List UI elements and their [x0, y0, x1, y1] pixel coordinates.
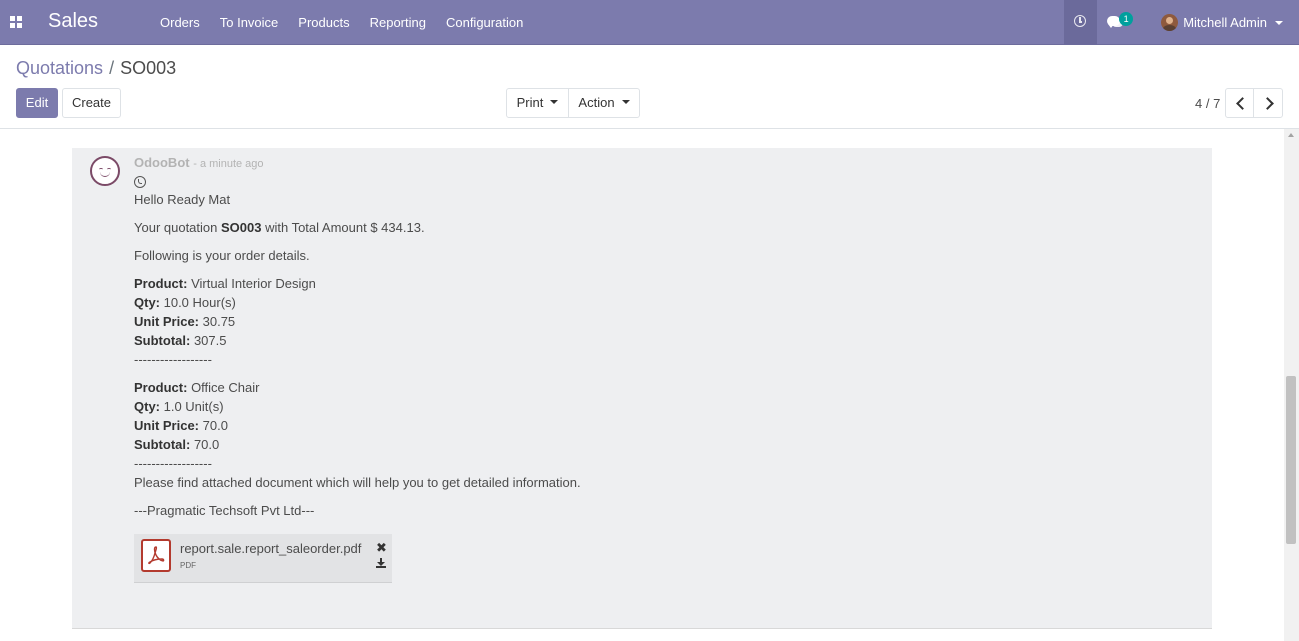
edit-button[interactable]: Edit — [16, 88, 58, 118]
details-intro: Following is your order details. — [134, 248, 310, 263]
order-line-2: Product: Office Chair Qty: 1.0 Unit(s) U… — [134, 378, 1134, 473]
pdf-file-icon — [141, 539, 171, 572]
chatter-message: OdooBot - a minute ago Hello Ready Mat Y… — [72, 148, 1212, 629]
product-value: Virtual Interior Design — [187, 276, 316, 291]
attachment-card[interactable]: report.sale.report_saleorder.pdf PDF ✖ — [134, 534, 392, 583]
line-price: Unit Price: 70.0 — [134, 416, 1134, 435]
whatsapp-icon — [134, 176, 146, 188]
clock-icon — [1074, 15, 1087, 27]
message-header: OdooBot - a minute ago — [134, 155, 1134, 172]
line-subtotal: Subtotal: 307.5 — [134, 331, 1134, 350]
form-content: OdooBot - a minute ago Hello Ready Mat Y… — [0, 129, 1299, 641]
scroll-thumb[interactable] — [1286, 376, 1296, 544]
caret-down-icon — [1275, 20, 1283, 25]
line-qty: Qty: 10.0 Hour(s) — [134, 293, 1134, 312]
top-menu: Orders To Invoice Products Reporting Con… — [150, 0, 533, 45]
odoobot-avatar[interactable] — [90, 156, 120, 186]
print-label: Print — [516, 95, 544, 110]
price-value: 70.0 — [199, 418, 228, 433]
pager-value[interactable]: 4 / 7 — [1195, 96, 1220, 111]
qty-value: 1.0 Unit(s) — [160, 399, 224, 414]
greeting-text: Hello Ready Mat — [134, 192, 231, 207]
vertical-scrollbar[interactable] — [1284, 129, 1299, 641]
download-icon[interactable] — [376, 558, 386, 568]
menu-to-invoice[interactable]: To Invoice — [210, 0, 289, 45]
remove-attachment-icon[interactable]: ✖ — [376, 540, 387, 556]
quotation-text: Your quotation SO003 with Total Amount $… — [134, 218, 1134, 237]
activities-button[interactable] — [1064, 0, 1098, 45]
chat-counter-badge: 1 — [1119, 12, 1134, 26]
line-price: Unit Price: 30.75 — [134, 312, 1134, 331]
caret-down-icon — [550, 100, 559, 104]
quote-ref: SO003 — [220, 220, 262, 235]
pager-previous-button[interactable] — [1225, 88, 1255, 118]
subtotal-value: 307.5 — [190, 333, 227, 348]
line-product: Product: Office Chair — [134, 378, 1134, 397]
price-label: Unit Price: — [134, 418, 200, 433]
subtotal-label: Subtotal: — [134, 333, 191, 348]
closing-text: Please find attached document which will… — [134, 475, 581, 490]
create-button[interactable]: Create — [62, 88, 121, 118]
breadcrumb-current: SO003 — [120, 58, 177, 78]
message-body: OdooBot - a minute ago Hello Ready Mat Y… — [134, 155, 1134, 583]
qty-label: Qty: — [134, 295, 160, 310]
breadcrumb-separator: / — [109, 58, 115, 78]
menu-products[interactable]: Products — [288, 0, 359, 45]
line-subtotal: Subtotal: 70.0 — [134, 435, 1134, 454]
product-label: Product: — [134, 380, 188, 395]
divider-line: ------------------ — [134, 352, 212, 367]
user-menu[interactable]: Mitchell Admin — [1143, 0, 1299, 45]
app-name[interactable]: Sales — [48, 10, 98, 33]
breadcrumb-quotations-link[interactable]: Quotations — [16, 58, 103, 78]
price-value: 30.75 — [199, 314, 236, 329]
systray: 1 Mitchell Admin — [1064, 0, 1299, 45]
qty-value: 10.0 Hour(s) — [160, 295, 236, 310]
subtotal-value: 70.0 — [190, 437, 220, 452]
menu-orders[interactable]: Orders — [150, 0, 210, 45]
user-avatar — [1161, 14, 1179, 31]
subtotal-label: Subtotal: — [134, 437, 191, 452]
quote-suffix: with Total Amount $ 434.13. — [261, 220, 425, 235]
print-dropdown[interactable]: Print — [506, 88, 569, 118]
apps-menu-icon[interactable] — [10, 16, 22, 28]
product-label: Product: — [134, 276, 188, 291]
breadcrumb: Quotations / SO003 — [16, 58, 176, 79]
pager-next-button[interactable] — [1253, 88, 1283, 118]
main-navbar: Sales Orders To Invoice Products Reporti… — [0, 0, 1299, 45]
action-dropdown[interactable]: Action — [568, 88, 640, 118]
signature-text: ---Pragmatic Techsoft Pvt Ltd--- — [134, 503, 315, 518]
divider-line: ------------------ — [134, 456, 212, 471]
qty-label: Qty: — [134, 399, 160, 414]
avatar-mouth — [100, 171, 110, 177]
messaging-button[interactable]: 1 — [1097, 0, 1143, 45]
user-name: Mitchell Admin — [1183, 15, 1267, 30]
attachment-name[interactable]: report.sale.report_saleorder.pdf — [180, 541, 361, 556]
price-label: Unit Price: — [134, 314, 200, 329]
order-line-1: Product: Virtual Interior Design Qty: 10… — [134, 274, 1134, 369]
quote-prefix: Your quotation — [134, 220, 221, 235]
caret-down-icon — [621, 100, 630, 104]
line-qty: Qty: 1.0 Unit(s) — [134, 397, 1134, 416]
message-author[interactable]: OdooBot — [134, 155, 190, 170]
menu-configuration[interactable]: Configuration — [436, 0, 533, 45]
menu-reporting[interactable]: Reporting — [360, 0, 436, 45]
attachment-extension: PDF — [180, 561, 196, 570]
product-value: Office Chair — [187, 380, 260, 395]
message-date: - a minute ago — [193, 158, 264, 170]
line-product: Product: Virtual Interior Design — [134, 274, 1134, 293]
chevron-right-icon — [1261, 97, 1274, 110]
action-label: Action — [578, 95, 615, 110]
scroll-up-arrow-icon[interactable] — [1288, 133, 1294, 137]
control-panel: Quotations / SO003 Edit Create Print Actio… — [0, 45, 1299, 129]
chevron-left-icon — [1236, 97, 1249, 110]
